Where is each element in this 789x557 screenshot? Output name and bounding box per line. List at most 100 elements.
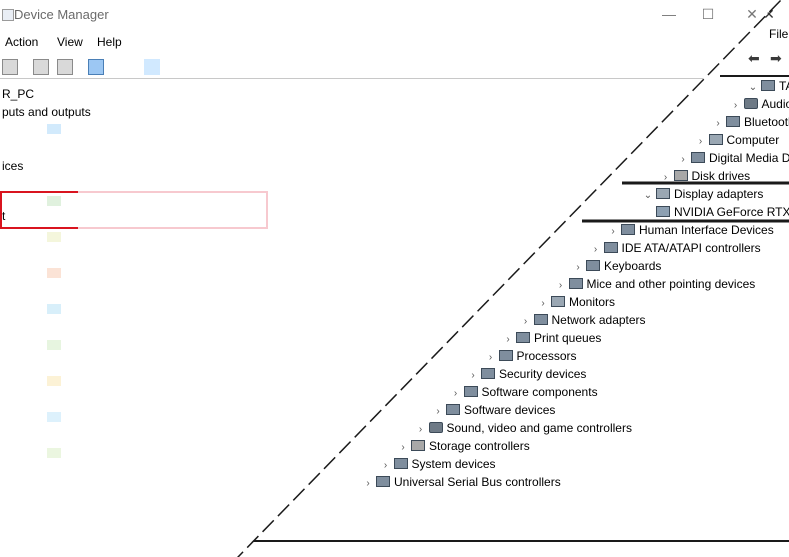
tree-item-label: System devices (411, 457, 496, 471)
gpu-icon (656, 206, 670, 217)
dev-icon (498, 350, 513, 361)
snd-icon (428, 422, 443, 433)
tree-item-label: Keyboards (604, 259, 662, 273)
tree-item-label: Mice and other pointing devices (586, 277, 756, 291)
tree-item-label: NVIDIA GeForce RTX 30 (674, 205, 789, 219)
tree-item-label: Digital Media De (709, 151, 789, 165)
dev-icon (726, 116, 740, 127)
tree-item-label: Monitors (569, 295, 616, 309)
dev-icon (376, 476, 390, 487)
tree-item-label: Computer (726, 133, 780, 147)
menu-help[interactable]: Help (97, 35, 122, 49)
dev-icon (463, 386, 478, 397)
tree-item[interactable]: › Network adapters (520, 311, 646, 329)
dsk-icon (673, 170, 688, 181)
tree-item-label: IDE ATA/ATAPI controllers (621, 241, 761, 255)
title-bar: Device Manager — ☐ ✕ (0, 0, 789, 30)
device-icon (47, 376, 61, 386)
tree-item[interactable]: › Digital Media De (677, 149, 789, 167)
menu-bar: Action View Help (0, 32, 789, 52)
device-icon (47, 412, 61, 422)
pc-icon (761, 80, 775, 91)
dev-icon (568, 278, 583, 289)
dev-icon (586, 260, 600, 271)
dev-icon (446, 404, 460, 415)
tree-item-label: Disk drives (691, 169, 751, 183)
tree-item[interactable]: › Mice and other pointing devices (555, 275, 756, 293)
tree-item[interactable]: › Computer (695, 131, 780, 149)
dsk-icon (411, 440, 425, 451)
menu-view[interactable]: View (57, 35, 83, 49)
properties-icon[interactable] (2, 59, 18, 75)
tree-item[interactable]: › Keyboards (572, 257, 661, 275)
tree-item[interactable]: › System devices (380, 455, 496, 473)
device-icon (47, 448, 61, 458)
dev-icon (621, 224, 635, 235)
tree-item[interactable]: › Processors (485, 347, 577, 365)
tree-item-label: TANVI (779, 79, 789, 93)
dev-icon (516, 332, 530, 343)
device-icon (47, 304, 61, 314)
device-icon (47, 232, 61, 242)
update-driver-icon[interactable] (33, 59, 49, 75)
back-arrow-icon[interactable]: ⬅ (748, 50, 760, 67)
device-icon (47, 268, 61, 278)
dev-icon (603, 242, 618, 253)
tree-item[interactable]: › Audio (730, 95, 789, 113)
mon-icon (551, 296, 565, 307)
tree-item[interactable]: › IDE ATA/ATAPI controllers (590, 239, 761, 257)
snd-icon (743, 98, 758, 109)
highlight-box (0, 191, 78, 229)
tree-item-label: Software components (481, 385, 598, 399)
dev-icon (393, 458, 408, 469)
device-manager-icon (2, 9, 14, 21)
tree-item[interactable]: › Sound, video and game controllers (415, 419, 632, 437)
tree-item-label: Print queues (534, 331, 602, 345)
toolbar (0, 56, 789, 79)
chevron-right-icon[interactable]: › (362, 475, 374, 493)
tree-item-label: Security devices (499, 367, 587, 381)
tree-item[interactable]: › Disk drives (660, 167, 751, 185)
ghost-tree-item: ices (2, 159, 24, 173)
tree-item-label: Bluetooth (744, 115, 789, 129)
tree-item[interactable]: › Universal Serial Bus controllers (362, 473, 561, 493)
tree-item-label: Software devices (464, 403, 556, 417)
tree-item-label: Processors (516, 349, 577, 363)
ghost-tree-item: puts and outputs (2, 105, 91, 119)
tree-item[interactable]: › Human Interface Devices (607, 221, 774, 239)
tree-item-label: Network adapters (551, 313, 646, 327)
tree-item[interactable]: ⌄ Display adapters (642, 185, 764, 203)
tree-item-label: Human Interface Devices (639, 223, 774, 237)
device-icon (47, 124, 61, 134)
tree-item-label: Display adapters (674, 187, 764, 201)
tree-item[interactable]: NVIDIA GeForce RTX 30 (642, 203, 789, 221)
window-title: Device Manager (14, 7, 109, 22)
tree-item[interactable]: › Monitors (537, 293, 615, 311)
minimize-icon[interactable]: — (654, 4, 684, 26)
monitor-icon (144, 59, 160, 75)
dev-icon (481, 368, 495, 379)
tree-item-label: Storage controllers (429, 439, 530, 453)
tree-item[interactable]: › Storage controllers (397, 437, 530, 455)
tree-item[interactable]: ›Bluetooth (712, 113, 789, 131)
tree-item[interactable]: › Security devices (467, 365, 586, 383)
help-icon[interactable] (57, 59, 73, 75)
ghost-tree-root: R_PC (2, 87, 35, 101)
mon-icon (656, 188, 670, 199)
menu-action[interactable]: Action (5, 35, 38, 49)
tree-item-label: Sound, video and game controllers (446, 421, 632, 435)
scan-hardware-icon[interactable] (88, 59, 104, 75)
forward-arrow-icon[interactable]: ➡ (770, 50, 782, 67)
dev-icon (533, 314, 548, 325)
tree-item-label: Audio (761, 97, 789, 111)
mon-icon (708, 134, 723, 145)
device-icon (47, 340, 61, 350)
tree-item[interactable]: › Print queues (502, 329, 601, 347)
tree-item[interactable]: › Software devices (432, 401, 555, 419)
menu-file[interactable]: File (769, 27, 788, 41)
tree-item[interactable]: ⌄TANVI (747, 77, 789, 95)
tree-item-label: Universal Serial Bus controllers (394, 475, 561, 489)
dev-icon (691, 152, 705, 163)
maximize-icon[interactable]: ☐ (693, 4, 723, 26)
tree-item[interactable]: › Software components (450, 383, 598, 401)
